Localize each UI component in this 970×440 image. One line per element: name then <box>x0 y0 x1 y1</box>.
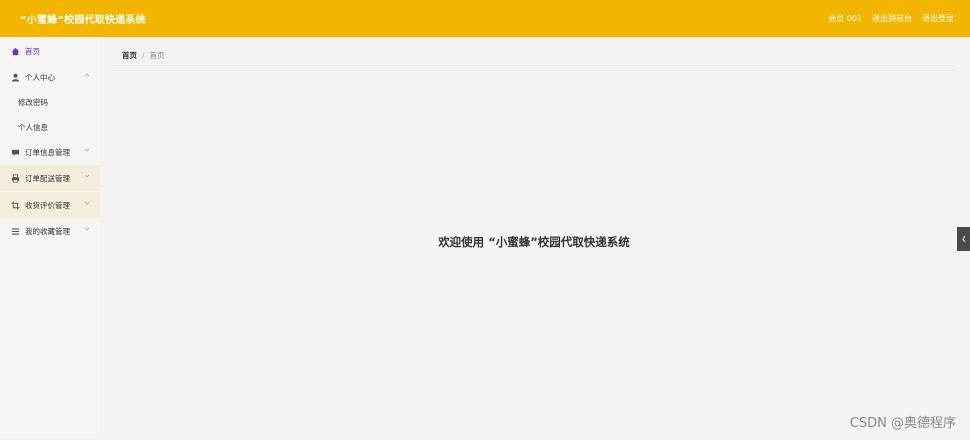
sidebar-item-label: 个人信息 <box>18 122 48 132</box>
sidebar-item-personal-center[interactable]: 个人中心 <box>0 64 100 90</box>
top-bar: “小蜜蜂”校园代取快递系统 会员 001 退出到前台 退出登录 <box>0 0 970 37</box>
sidebar: 首页 个人中心 修改密码 个人信息 订单信息管理 订单配送管理 收货评价管理 我… <box>0 37 101 439</box>
chevron-down-icon <box>84 148 90 152</box>
sidebar-item-my-favorites[interactable]: 我的收藏管理 <box>0 218 100 244</box>
current-user: 会员 001 <box>828 14 862 23</box>
sidebar-item-label: 个人中心 <box>25 72 55 82</box>
content-panel: 欢迎使用 “小蜜蜂”校园代取快递系统 <box>112 70 956 440</box>
sidebar-item-label: 修改密码 <box>18 97 48 107</box>
printer-icon <box>10 173 20 183</box>
welcome-text: 欢迎使用 “小蜜蜂”校园代取快递系统 <box>438 235 630 249</box>
home-icon <box>10 46 20 56</box>
logout-link[interactable]: 退出登录 <box>922 13 954 24</box>
chevron-up-icon <box>84 73 90 77</box>
back-to-front-link[interactable]: 退出到前台 <box>872 13 912 24</box>
sidebar-item-order-info[interactable]: 订单信息管理 <box>0 139 100 165</box>
sidebar-item-order-delivery[interactable]: 订单配送管理 <box>0 165 100 191</box>
sidebar-item-label: 订单信息管理 <box>25 147 70 157</box>
sidebar-item-change-password[interactable]: 修改密码 <box>0 89 100 115</box>
chevron-down-icon <box>84 174 90 178</box>
breadcrumb-current: 首页 <box>149 51 165 60</box>
crop-icon <box>10 200 20 210</box>
chevron-down-icon <box>84 201 90 205</box>
header-actions: 会员 001 退出到前台 退出登录 <box>828 13 954 24</box>
chat-icon <box>10 147 20 157</box>
user-icon <box>10 72 20 82</box>
sidebar-item-label: 首页 <box>25 46 40 56</box>
chevron-down-icon <box>84 227 90 231</box>
breadcrumb-root[interactable]: 首页 <box>122 51 137 60</box>
collapse-panel-button[interactable] <box>957 227 970 251</box>
app-title: “小蜜蜂”校园代取快递系统 <box>20 15 146 26</box>
list-icon <box>10 226 20 236</box>
sidebar-item-label: 收货评价管理 <box>25 200 70 210</box>
breadcrumb-separator: / <box>142 51 145 60</box>
main-content: 首页 / 首页 欢迎使用 “小蜜蜂”校园代取快递系统 <box>100 37 970 440</box>
sidebar-item-label: 我的收藏管理 <box>25 226 70 236</box>
sidebar-item-label: 订单配送管理 <box>25 173 70 183</box>
chevron-left-icon <box>961 235 965 243</box>
sidebar-item-receipt-review[interactable]: 收货评价管理 <box>0 192 100 218</box>
sidebar-item-personal-info[interactable]: 个人信息 <box>0 114 100 140</box>
sidebar-item-home[interactable]: 首页 <box>0 38 100 64</box>
breadcrumb: 首页 / 首页 <box>122 50 165 61</box>
watermark: CSDN @奥德程序 <box>849 416 956 431</box>
